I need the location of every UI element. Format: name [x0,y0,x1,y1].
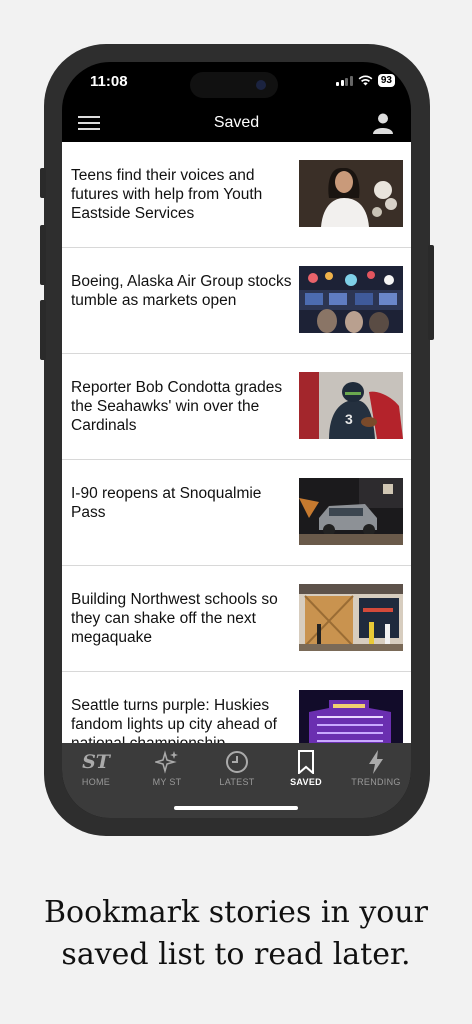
tab-home[interactable]: ST HOME [66,749,126,787]
article-thumbnail-image[interactable] [299,690,403,743]
status-time: 11:08 [90,73,128,90]
dynamic-island [190,72,278,98]
article-title[interactable]: I-90 reopens at Snoqualmie Pass [71,484,293,522]
article-thumbnail-image[interactable] [299,478,403,545]
article-item[interactable]: Reporter Bob Condotta grades the Seahawk… [62,354,411,460]
article-title[interactable]: Boeing, Alaska Air Group stocks tumble a… [71,272,293,310]
article-item[interactable]: I-90 reopens at Snoqualmie Pass [62,460,411,566]
tab-label: TRENDING [351,777,401,787]
article-item[interactable]: Building Northwest schools so they can s… [62,566,411,672]
battery-icon: 93 [377,74,395,87]
tab-label: LATEST [219,777,255,787]
article-thumbnail-image[interactable] [299,266,403,333]
article-item[interactable]: Teens find their voices and futures with… [62,142,411,248]
bookmark-icon [276,749,336,775]
tab-saved[interactable]: SAVED [276,749,336,787]
tab-latest[interactable]: LATEST [207,749,267,787]
profile-icon[interactable] [373,112,393,134]
article-title[interactable]: Reporter Bob Condotta grades the Seahawk… [71,378,293,435]
article-thumbnail-image[interactable] [299,160,403,227]
article-title[interactable]: Seattle turns purple: Huskies fandom lig… [71,696,293,743]
wifi-icon [358,75,373,86]
tab-label: MY ST [152,777,182,787]
saved-articles-list[interactable]: Teens find their voices and futures with… [62,142,411,743]
side-button-volume-down [40,300,46,360]
page-title: Saved [213,114,260,131]
status-bar: 11:08 93 [62,62,411,108]
article-title[interactable]: Building Northwest schools so they can s… [71,590,293,647]
clock-icon [207,749,267,775]
promo-caption: Bookmark stories in your saved list to r… [0,892,472,976]
app-header: Saved [62,108,411,142]
side-button-volume-up [40,225,46,285]
article-item[interactable]: Boeing, Alaska Air Group stocks tumble a… [62,248,411,354]
tab-trending[interactable]: TRENDING [346,749,406,787]
side-button-power [428,245,434,340]
article-item[interactable]: Seattle turns purple: Huskies fandom lig… [62,672,411,743]
svg-text:3: 3 [345,411,353,427]
bottom-tab-bar: ST HOME MY ST LATEST SAVED TRENDING [62,743,411,818]
side-button-silent [40,168,46,198]
st-logo-text: ST [82,751,110,773]
camera-icon [256,80,266,90]
caption-line-1: Bookmark stories in your [44,895,428,930]
signal-icon [336,75,353,86]
article-thumbnail-image[interactable]: 3 [299,372,403,439]
tab-label: HOME [81,777,111,787]
article-title[interactable]: Teens find their voices and futures with… [71,166,293,223]
lightning-icon [346,749,406,775]
sparkle-icon [137,749,197,775]
caption-line-2: saved list to read later. [61,937,411,972]
article-thumbnail-image[interactable] [299,584,403,651]
status-icons: 93 [336,74,395,87]
tab-label: SAVED [290,777,322,787]
phone-screen: 11:08 93 Saved Teens find their voices a… [62,62,411,818]
tab-my-st[interactable]: MY ST [137,749,197,787]
st-logo-icon: ST [66,749,126,775]
home-indicator[interactable] [174,806,298,810]
